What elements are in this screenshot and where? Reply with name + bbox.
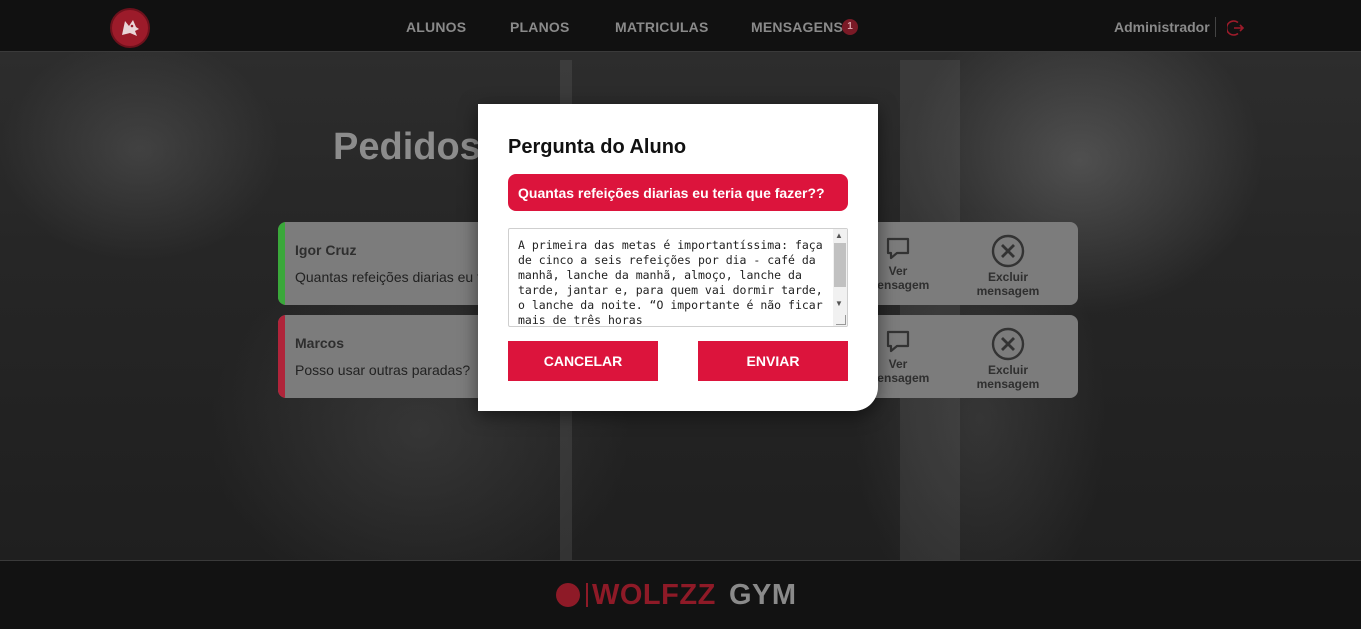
question-box: Quantas refeições diarias eu teria que f… <box>508 174 848 211</box>
footer-divider <box>586 583 588 607</box>
nav-link-alunos[interactable]: ALUNOS <box>406 19 466 35</box>
student-name: Igor Cruz <box>295 242 357 258</box>
send-button[interactable]: ENVIAR <box>698 341 848 381</box>
delete-message-button[interactable]: Excluir mensagem <box>968 327 1048 391</box>
textarea-scrollbar[interactable]: ▲ ▼ <box>833 229 847 326</box>
messages-count-badge: 1 <box>842 19 858 35</box>
wolf-logo-icon[interactable] <box>110 8 150 48</box>
close-circle-icon <box>991 234 1025 268</box>
page-title: Pedidos <box>333 126 481 168</box>
student-question-modal: Pergunta do Aluno Quantas refeições diar… <box>478 104 878 411</box>
delete-message-label: Excluir mensagem <box>976 270 1040 298</box>
cancel-button[interactable]: CANCELAR <box>508 341 658 381</box>
brand-name-primary: WOLFZZ <box>592 579 716 611</box>
close-circle-icon <box>991 327 1025 361</box>
nav-link-planos[interactable]: PLANOS <box>510 19 570 35</box>
top-navbar: ALUNOS PLANOS MATRICULAS MENSAGENS 1 Adm… <box>0 0 1361 52</box>
resize-handle-icon[interactable] <box>836 315 846 325</box>
footer: WOLFZZ GYM <box>0 560 1361 629</box>
answer-textarea[interactable] <box>508 228 848 327</box>
brand-name-secondary: GYM <box>729 579 797 611</box>
nav-link-mensagens[interactable]: MENSAGENS <box>751 19 843 35</box>
chat-bubble-icon <box>886 330 910 353</box>
message-preview: Posso usar outras paradas? <box>295 362 471 378</box>
nav-link-matriculas[interactable]: MATRICULAS <box>615 19 709 35</box>
message-preview: Quantas refeições diarias eu t <box>295 269 481 285</box>
delete-message-label: Excluir mensagem <box>976 363 1040 391</box>
status-strip <box>278 315 285 398</box>
nav-divider <box>1215 17 1216 37</box>
delete-message-button[interactable]: Excluir mensagem <box>968 234 1048 298</box>
scroll-up-icon[interactable]: ▲ <box>835 231 843 240</box>
logout-icon[interactable] <box>1227 19 1245 37</box>
modal-title: Pergunta do Aluno <box>508 136 687 158</box>
user-name[interactable]: Administrador <box>1114 19 1210 35</box>
scroll-thumb[interactable] <box>834 243 846 287</box>
status-strip <box>278 222 285 305</box>
student-name: Marcos <box>295 335 345 351</box>
scroll-down-icon[interactable]: ▼ <box>835 299 843 308</box>
wolf-logo-icon <box>556 583 580 607</box>
chat-bubble-icon <box>886 237 910 260</box>
